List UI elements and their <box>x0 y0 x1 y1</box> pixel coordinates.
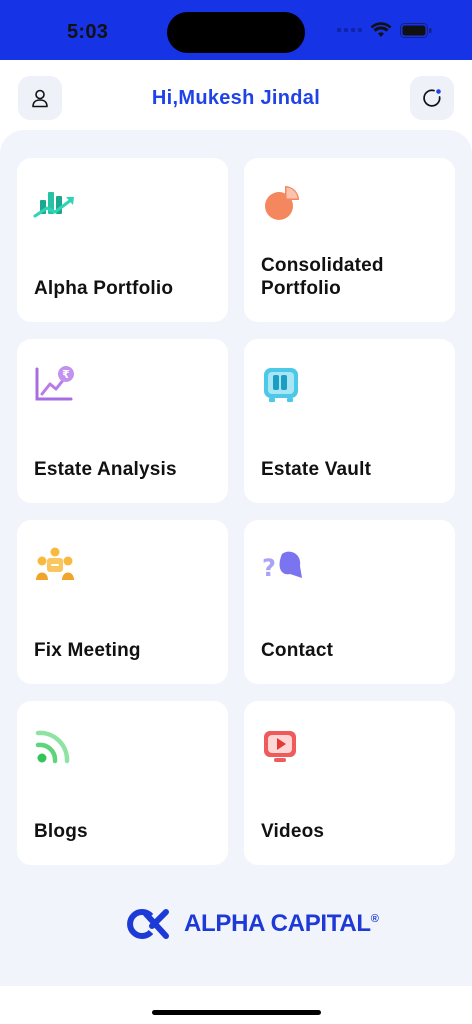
consolidated-portfolio-card[interactable]: Consolidated Portfolio <box>244 158 455 322</box>
card-label: Videos <box>261 821 325 842</box>
dynamic-island <box>167 12 305 53</box>
alpha-capital-logo-icon <box>127 909 169 939</box>
svg-text:₹: ₹ <box>62 368 70 381</box>
card-label: Blogs <box>34 821 88 842</box>
fix-meeting-card[interactable]: Fix Meeting <box>17 520 228 684</box>
app-header: Hi,Mukesh Jindal <box>0 60 472 132</box>
meeting-icon <box>36 547 74 580</box>
status-bar: 5:03 <box>0 0 472 60</box>
card-label: Consolidated Portfolio <box>261 255 384 299</box>
card-label: Fix Meeting <box>34 640 141 661</box>
estate-analysis-card[interactable]: ₹ Estate Analysis <box>17 339 228 503</box>
card-label: Contact <box>261 640 334 661</box>
svg-text:?: ? <box>262 554 276 582</box>
card-label: Estate Vault <box>261 459 372 480</box>
card-label: Estate Analysis <box>34 459 177 480</box>
greeting-title: Hi,Mukesh Jindal <box>151 87 321 109</box>
contact-card[interactable]: ? Contact <box>244 520 455 684</box>
estate-vault-card[interactable]: Estate Vault <box>244 339 455 503</box>
growth-chart-icon <box>33 192 74 218</box>
pie-chart-icon <box>265 186 299 220</box>
video-play-icon <box>264 731 296 762</box>
rss-icon <box>35 730 70 764</box>
videos-card[interactable]: Videos <box>244 701 455 865</box>
refresh-button[interactable] <box>410 76 454 120</box>
battery-icon <box>400 22 432 38</box>
status-icons <box>337 22 432 38</box>
alpha-portfolio-card[interactable]: Alpha Portfolio <box>17 158 228 322</box>
question-chat-icon: ? <box>262 551 302 582</box>
brand-name: ALPHA CAPITAL® <box>184 910 379 937</box>
status-time: 5:03 <box>67 21 109 43</box>
wifi-icon <box>370 22 392 37</box>
vault-icon <box>264 368 298 402</box>
refresh-icon <box>423 89 441 107</box>
brand-logo: ALPHA CAPITAL® <box>126 906 379 942</box>
home-indicator-area <box>0 986 472 1024</box>
card-label: Alpha Portfolio <box>34 278 174 299</box>
dashboard-panel: Alpha Portfolio Consolidated Portfolio ₹… <box>0 130 472 986</box>
home-indicator[interactable] <box>152 1010 321 1015</box>
menu-grid: Alpha Portfolio Consolidated Portfolio ₹… <box>17 158 455 865</box>
blogs-card[interactable]: Blogs <box>17 701 228 865</box>
cellular-signal-icon <box>337 28 362 32</box>
rupee-trend-icon: ₹ <box>35 366 74 401</box>
